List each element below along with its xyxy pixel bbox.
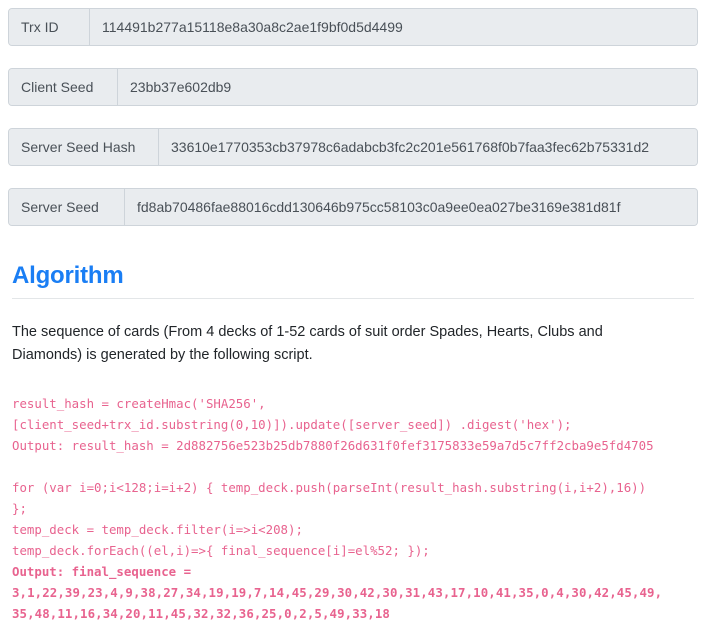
algorithm-heading: Algorithm bbox=[12, 262, 124, 289]
field-row-client-seed: Client Seed 23bb37e602db9 bbox=[8, 68, 698, 106]
final-sequence-line-1: 3,1,22,39,23,4,9,38,27,34,19,19,7,14,45,… bbox=[12, 585, 663, 601]
field-label-server-seed: Server Seed bbox=[9, 189, 125, 225]
code-line: for (var i=0;i<128;i=i+2) { temp_deck.pu… bbox=[12, 480, 647, 496]
field-row-trx-id: Trx ID 114491b277a15118e8a30a8c2ae1f9bf0… bbox=[8, 8, 698, 46]
final-sequence-line-2: 35,48,11,16,34,20,11,45,32,32,36,25,0,2,… bbox=[12, 606, 390, 622]
code-line-final-sequence-label: Output: final_sequence = bbox=[12, 564, 192, 580]
algorithm-description: The sequence of cards (From 4 decks of 1… bbox=[12, 324, 603, 364]
field-label-client-seed: Client Seed bbox=[9, 69, 118, 105]
field-row-server-seed-hash: Server Seed Hash 33610e1770353cb37978c6a… bbox=[8, 128, 698, 166]
code-line: result_hash = createHmac('SHA256', bbox=[12, 396, 266, 412]
algorithm-code-block: result_hash = createHmac('SHA256', [clie… bbox=[12, 393, 698, 624]
field-label-server-seed-hash: Server Seed Hash bbox=[9, 129, 159, 165]
code-line: [client_seed+trx_id.substring(0,10)]).up… bbox=[12, 417, 572, 433]
provably-fair-panel: Trx ID 114491b277a15118e8a30a8c2ae1f9bf0… bbox=[0, 0, 706, 624]
field-value-client-seed[interactable]: 23bb37e602db9 bbox=[118, 69, 697, 105]
field-value-trx-id[interactable]: 114491b277a15118e8a30a8c2ae1f9bf0d5d4499 bbox=[90, 9, 697, 45]
field-row-server-seed: Server Seed fd8ab70486fae88016cdd130646b… bbox=[8, 188, 698, 226]
field-label-trx-id: Trx ID bbox=[9, 9, 90, 45]
code-line-result-hash-output: Output: result_hash = 2d882756e523b25db7… bbox=[12, 438, 654, 454]
code-line: }; bbox=[12, 501, 27, 517]
field-value-server-seed[interactable]: fd8ab70486fae88016cdd130646b975cc58103c0… bbox=[125, 189, 697, 225]
code-line: temp_deck.forEach((el,i)=>{ final_sequen… bbox=[12, 543, 430, 559]
code-line: temp_deck = temp_deck.filter(i=>i<208); bbox=[12, 522, 303, 538]
algorithm-divider bbox=[12, 298, 694, 299]
field-value-server-seed-hash[interactable]: 33610e1770353cb37978c6adabcb3fc2c201e561… bbox=[159, 129, 697, 165]
code-line-spacer bbox=[12, 456, 698, 477]
